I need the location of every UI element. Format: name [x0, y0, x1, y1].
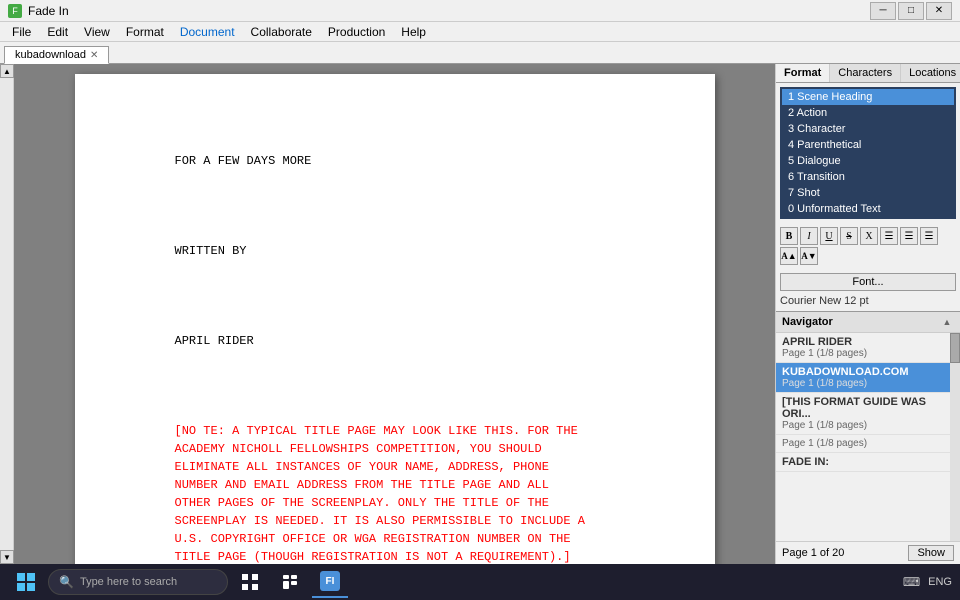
- main-layout: ▲ ▼ FOR A FEW DAYS MORE WRITTEN BY APRIL…: [0, 64, 960, 564]
- nav-item-title: FADE IN:: [782, 456, 954, 468]
- fadein-app-icon: FI: [320, 571, 340, 591]
- format-list: 1 Scene Heading 2 Action 3 Character 4 P…: [780, 87, 956, 219]
- keyboard-icon[interactable]: ⌨: [903, 575, 920, 589]
- screenplay-content: FOR A FEW DAYS MORE WRITTEN BY APRIL RID…: [175, 134, 635, 564]
- font-size-down-btn[interactable]: A▼: [800, 247, 818, 265]
- minimize-button[interactable]: ─: [870, 2, 896, 20]
- note-block: [NO TE: A TYPICAL TITLE PAGE MAY LOOK LI…: [175, 424, 585, 564]
- taskbar-search-box[interactable]: 🔍 Type here to search: [48, 569, 228, 595]
- taskbar-fadein-app[interactable]: FI: [312, 566, 348, 598]
- navigator-title: Navigator: [782, 316, 833, 328]
- tab-characters[interactable]: Characters: [830, 64, 901, 82]
- menu-edit[interactable]: Edit: [39, 23, 76, 41]
- title-line: FOR A FEW DAYS MORE: [175, 154, 312, 168]
- title-bar-controls: ─ □ ✕: [870, 2, 952, 20]
- windows-logo-icon: [17, 573, 35, 591]
- written-by: WRITTEN BY: [175, 244, 247, 258]
- taskbar: 🔍 Type here to search FI ⌨ ENG: [0, 564, 960, 600]
- author-name-1: APRIL RIDER: [175, 334, 254, 348]
- underline-btn[interactable]: U: [820, 227, 838, 245]
- allcaps-btn[interactable]: X: [860, 227, 878, 245]
- font-size-up-btn[interactable]: A▲: [780, 247, 798, 265]
- nav-item-sub: Page 1 (1/8 pages): [782, 348, 954, 359]
- menu-format[interactable]: Format: [118, 23, 172, 41]
- format-item-scene-heading[interactable]: 1 Scene Heading: [782, 89, 954, 105]
- taskbar-search-text: Type here to search: [80, 576, 177, 588]
- app-icon: F: [8, 4, 22, 18]
- nav-scrollbar[interactable]: [950, 333, 960, 541]
- menu-help[interactable]: Help: [393, 23, 434, 41]
- nav-item-blank[interactable]: Page 1 (1/8 pages): [776, 435, 960, 453]
- nav-item-sub: Page 1 (1/8 pages): [782, 420, 954, 431]
- panel-tabs: Format Characters Locations Other: [776, 64, 960, 83]
- font-label: Courier New 12 pt: [776, 295, 960, 311]
- task-view-btn[interactable]: [232, 566, 268, 598]
- navigator-header: Navigator ▲: [776, 312, 960, 333]
- menu-bar: File Edit View Format Document Collabora…: [0, 22, 960, 42]
- format-item-transition[interactable]: 6 Transition: [782, 169, 954, 185]
- format-item-shot[interactable]: 7 Shot: [782, 185, 954, 201]
- navigator-collapse-btn[interactable]: ▲: [940, 315, 954, 329]
- search-icon: 🔍: [59, 575, 74, 589]
- nav-item-kubadownload[interactable]: KUBADOWNLOAD.COM Page 1 (1/8 pages): [776, 363, 960, 393]
- align-left-btn[interactable]: ☰: [880, 227, 898, 245]
- task-view-icon: [242, 574, 258, 590]
- page-info: Page 1 of 20: [782, 547, 844, 559]
- taskbar-right: ⌨ ENG: [903, 575, 952, 589]
- doc-scrollbar[interactable]: ▲ ▼: [0, 64, 14, 564]
- nav-scroll-thumb: [950, 333, 960, 363]
- app-title: Fade In: [28, 4, 69, 18]
- font-button[interactable]: Font...: [780, 273, 956, 291]
- align-right-btn[interactable]: ☰: [920, 227, 938, 245]
- widgets-icon: [282, 574, 298, 590]
- nav-item-title: [THIS FORMAT GUIDE WAS ORI...: [782, 396, 954, 420]
- title-bar-left: F Fade In: [8, 4, 69, 18]
- nav-item-april-rider[interactable]: APRIL RIDER Page 1 (1/8 pages): [776, 333, 960, 363]
- widgets-btn[interactable]: [272, 566, 308, 598]
- maximize-button[interactable]: □: [898, 2, 924, 20]
- navigator-scroll-area[interactable]: APRIL RIDER Page 1 (1/8 pages) KUBADOWNL…: [776, 333, 960, 541]
- menu-file[interactable]: File: [4, 23, 39, 41]
- tab-bar: kubadownload ✕: [0, 42, 960, 64]
- format-item-character[interactable]: 3 Character: [782, 121, 954, 137]
- tab-format[interactable]: Format: [776, 64, 830, 82]
- screenplay-page: FOR A FEW DAYS MORE WRITTEN BY APRIL RID…: [75, 74, 715, 564]
- nav-item-title: KUBADOWNLOAD.COM: [782, 366, 954, 378]
- tab-locations[interactable]: Locations: [901, 64, 960, 82]
- bold-btn[interactable]: B: [780, 227, 798, 245]
- title-bar: F Fade In ─ □ ✕: [0, 0, 960, 22]
- nav-item-title: APRIL RIDER: [782, 336, 954, 348]
- format-item-action[interactable]: 2 Action: [782, 105, 954, 121]
- navigator-panel: Navigator ▲ APRIL RIDER Page 1 (1/8 page…: [776, 311, 960, 564]
- navigator-footer: Page 1 of 20 Show: [776, 541, 960, 564]
- document-area[interactable]: FOR A FEW DAYS MORE WRITTEN BY APRIL RID…: [14, 64, 775, 564]
- nav-item-sub: Page 1 (1/8 pages): [782, 378, 954, 389]
- format-item-parenthetical[interactable]: 4 Parenthetical: [782, 137, 954, 153]
- show-button[interactable]: Show: [908, 545, 954, 561]
- menu-production[interactable]: Production: [320, 23, 393, 41]
- tab-kubadownload[interactable]: kubadownload ✕: [4, 46, 109, 64]
- close-button[interactable]: ✕: [926, 2, 952, 20]
- menu-view[interactable]: View: [76, 23, 118, 41]
- tab-close-icon[interactable]: ✕: [90, 50, 98, 61]
- menu-document[interactable]: Document: [172, 23, 243, 41]
- scroll-up-btn[interactable]: ▲: [0, 64, 14, 78]
- formatting-toolbar: B I U S X ☰ ☰ ☰ A▲ A▼: [776, 223, 960, 269]
- language-label: ENG: [928, 576, 952, 588]
- menu-collaborate[interactable]: Collaborate: [243, 23, 320, 41]
- align-center-btn[interactable]: ☰: [900, 227, 918, 245]
- start-button[interactable]: [8, 566, 44, 598]
- tab-label: kubadownload: [15, 49, 86, 61]
- format-item-unformatted[interactable]: 0 Unformatted Text: [782, 201, 954, 217]
- strikethrough-btn[interactable]: S: [840, 227, 858, 245]
- nav-item-format-guide[interactable]: [THIS FORMAT GUIDE WAS ORI... Page 1 (1/…: [776, 393, 960, 435]
- right-panel: Format Characters Locations Other 1 Scen…: [775, 64, 960, 564]
- nav-item-fade-in[interactable]: FADE IN:: [776, 453, 960, 472]
- format-item-dialogue[interactable]: 5 Dialogue: [782, 153, 954, 169]
- nav-item-sub: Page 1 (1/8 pages): [782, 438, 954, 449]
- italic-btn[interactable]: I: [800, 227, 818, 245]
- scroll-track: [0, 78, 13, 550]
- scroll-down-btn[interactable]: ▼: [0, 550, 14, 564]
